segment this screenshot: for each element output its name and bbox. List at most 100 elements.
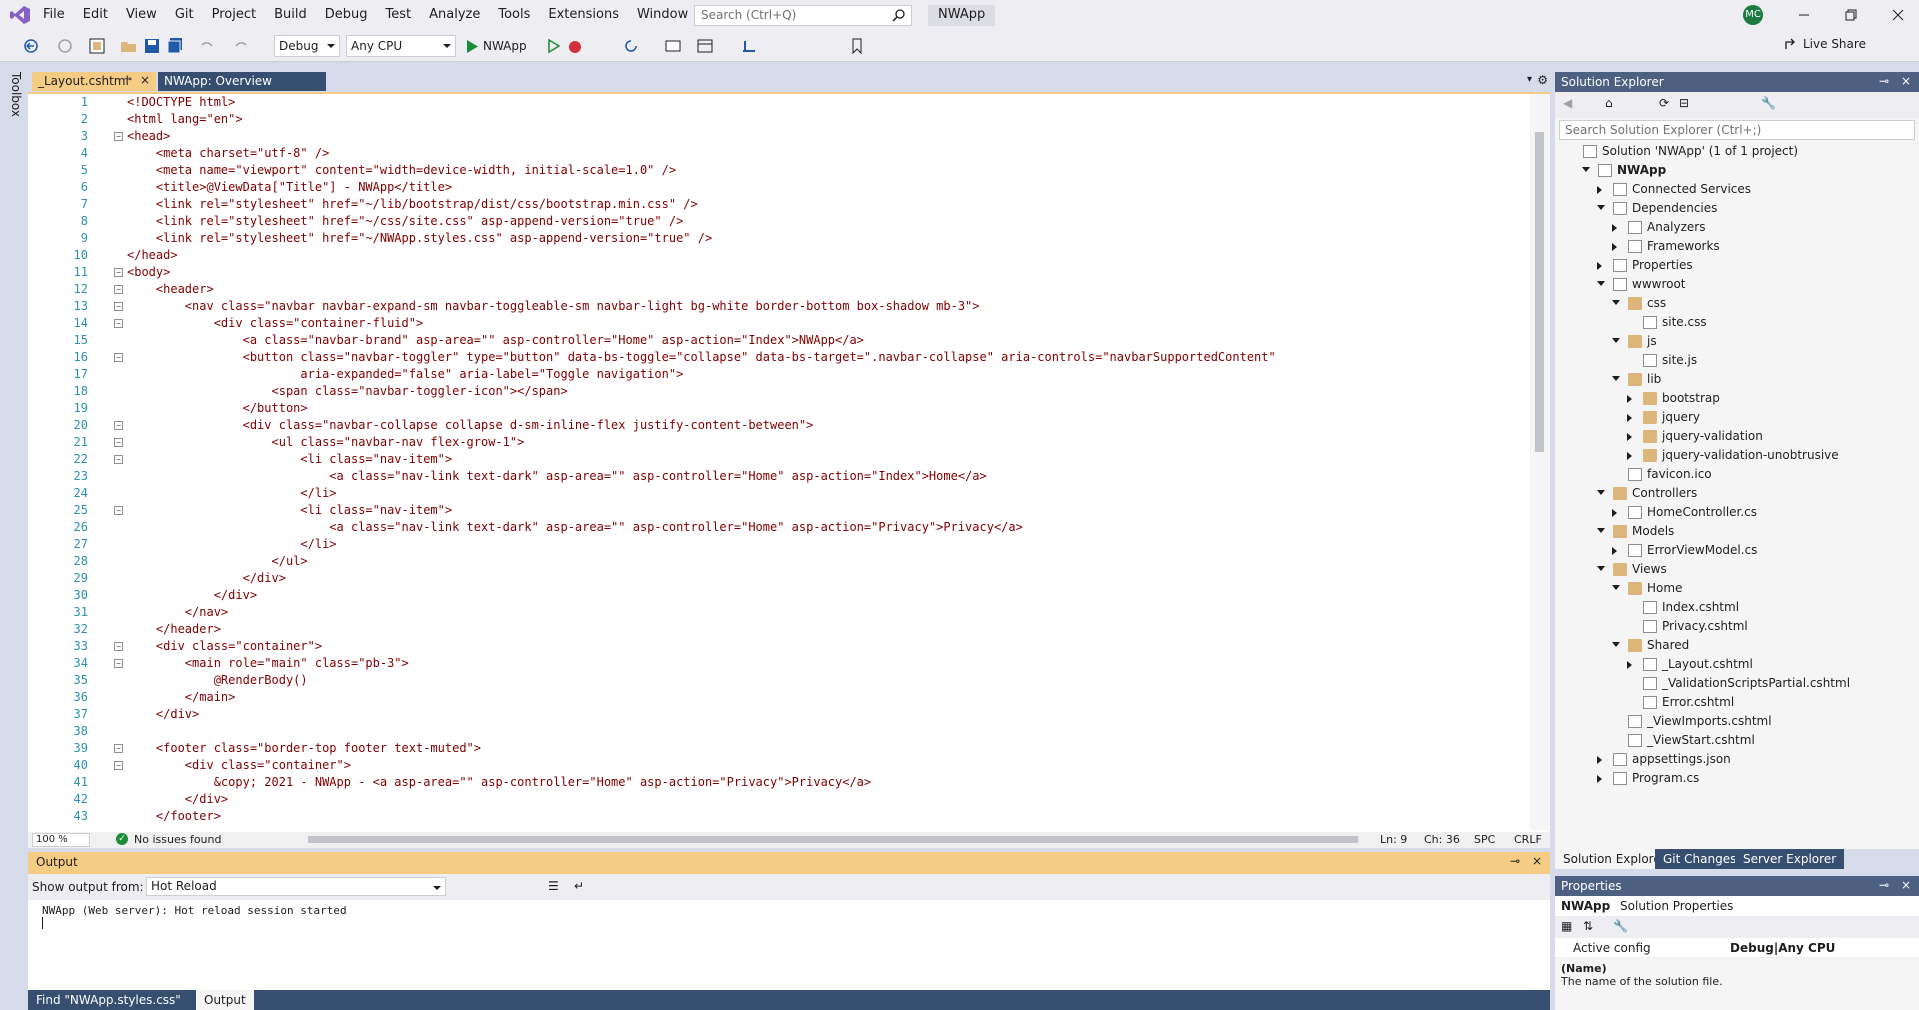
expanded-chevron-icon[interactable] [1612, 376, 1620, 381]
vertical-scrollbar[interactable] [1530, 94, 1550, 830]
collapsed-chevron-icon[interactable] [1597, 262, 1602, 270]
tree-item[interactable]: Shared [1555, 636, 1919, 655]
tree-item[interactable]: js [1555, 332, 1919, 351]
word-wrap-icon[interactable]: ↵ [574, 879, 584, 893]
tree-item[interactable]: jquery-validation [1555, 427, 1919, 446]
fold-toggle-icon[interactable]: − [114, 438, 123, 447]
back-icon[interactable] [22, 37, 40, 55]
expanded-chevron-icon[interactable] [1597, 528, 1605, 533]
minimize-icon[interactable] [1795, 6, 1813, 24]
expanded-chevron-icon[interactable] [1582, 167, 1590, 172]
hot-reload-icon[interactable] [566, 37, 584, 55]
menu-debug[interactable]: Debug [316, 0, 377, 30]
tree-item[interactable]: Home [1555, 579, 1919, 598]
tree-item[interactable]: _ViewImports.cshtml [1555, 712, 1919, 731]
tree-item[interactable]: Solution 'NWApp' (1 of 1 project) [1555, 142, 1919, 161]
expanded-chevron-icon[interactable] [1612, 338, 1620, 343]
tree-item[interactable]: HomeController.cs [1555, 503, 1919, 522]
tree-item[interactable]: Views [1555, 560, 1919, 579]
tab-server-explorer[interactable]: Server Explorer [1735, 849, 1845, 869]
save-all-icon[interactable] [166, 37, 184, 55]
tab-nwapp-overview[interactable]: NWApp: Overview [158, 72, 326, 91]
pin-icon[interactable]: ⊸ [1879, 74, 1889, 88]
collapsed-chevron-icon[interactable] [1627, 661, 1632, 669]
solution-explorer-search[interactable]: Search Solution Explorer (Ctrl+;) [1559, 120, 1915, 140]
collapsed-chevron-icon[interactable] [1612, 547, 1617, 555]
expanded-chevron-icon[interactable] [1597, 490, 1605, 495]
menu-tools[interactable]: Tools [489, 0, 539, 30]
collapsed-chevron-icon[interactable] [1627, 414, 1632, 422]
browse-icon[interactable] [664, 37, 682, 55]
fold-toggle-icon[interactable]: − [114, 761, 123, 770]
fold-toggle-icon[interactable]: − [114, 353, 123, 362]
tree-item[interactable]: Frameworks [1555, 237, 1919, 256]
pin-icon[interactable]: ⊸ [1510, 854, 1520, 868]
tree-item[interactable]: lib [1555, 370, 1919, 389]
fold-toggle-icon[interactable]: − [114, 319, 123, 328]
tree-item[interactable]: Dependencies [1555, 199, 1919, 218]
tree-item[interactable]: jquery-validation-unobtrusive [1555, 446, 1919, 465]
code-editor[interactable]: 1 <!DOCTYPE html> 2 <html lang="en"> 3− <head… [28, 92, 1550, 832]
fold-toggle-icon[interactable]: − [114, 132, 123, 141]
toolbox-strip[interactable]: Toolbox [0, 62, 28, 1010]
fold-toggle-icon[interactable]: − [114, 744, 123, 753]
search-box[interactable]: Search (Ctrl+Q) [694, 5, 912, 26]
collapse-all-icon[interactable]: ⊟ [1679, 96, 1689, 110]
tree-item[interactable]: wwwroot [1555, 275, 1919, 294]
fold-toggle-icon[interactable]: − [114, 302, 123, 311]
line-ending-indicator[interactable]: CRLF [1514, 833, 1542, 846]
menu-file[interactable]: File [34, 0, 74, 30]
menu-project[interactable]: Project [203, 0, 265, 30]
expanded-chevron-icon[interactable] [1597, 205, 1605, 210]
collapsed-chevron-icon[interactable] [1597, 756, 1602, 764]
expanded-chevron-icon[interactable] [1612, 300, 1620, 305]
save-icon[interactable] [143, 37, 161, 55]
tree-item[interactable]: Program.cs [1555, 769, 1919, 788]
layout-icon[interactable] [696, 37, 714, 55]
fold-toggle-icon[interactable]: − [114, 455, 123, 464]
properties-object-select[interactable]: NWApp Solution Properties [1555, 896, 1919, 916]
fold-toggle-icon[interactable]: − [114, 285, 123, 294]
collapsed-chevron-icon[interactable] [1612, 224, 1617, 232]
refresh-icon[interactable] [622, 37, 640, 55]
open-folder-icon[interactable] [120, 37, 138, 55]
live-share-button[interactable]: Live Share [1784, 37, 1866, 51]
menu-extensions[interactable]: Extensions [539, 0, 628, 30]
tree-item[interactable]: css [1555, 294, 1919, 313]
solution-configuration-select[interactable]: Debug [274, 35, 340, 57]
close-panel-icon[interactable]: × [1532, 854, 1542, 868]
collapsed-chevron-icon[interactable] [1612, 243, 1617, 251]
menu-build[interactable]: Build [265, 0, 316, 30]
line-indicator[interactable]: Ln: 9 [1380, 833, 1407, 846]
fold-toggle-icon[interactable]: − [114, 659, 123, 668]
undo-icon[interactable] [198, 37, 216, 55]
collapsed-chevron-icon[interactable] [1612, 509, 1617, 517]
expanded-chevron-icon[interactable] [1597, 566, 1605, 571]
tab-list-chevron-icon[interactable]: ▾ [1527, 74, 1532, 85]
tree-item[interactable]: Error.cshtml [1555, 693, 1919, 712]
properties-icon[interactable]: 🔧 [1761, 96, 1776, 110]
tab-layout-cshtml[interactable]: _Layout.cshtml ⊸ × [32, 72, 156, 91]
tree-item[interactable]: _ValidationScriptsPartial.cshtml [1555, 674, 1919, 693]
fold-toggle-icon[interactable]: − [114, 642, 123, 651]
clear-all-icon[interactable]: ☰ [548, 879, 559, 893]
close-tab-icon[interactable]: × [140, 73, 150, 87]
menu-edit[interactable]: Edit [74, 0, 117, 30]
collapsed-chevron-icon[interactable] [1627, 433, 1632, 441]
column-indicator[interactable]: Ch: 36 [1424, 833, 1460, 846]
zoom-select[interactable]: 100 % [32, 833, 90, 847]
menu-view[interactable]: View [117, 0, 166, 30]
close-window-icon[interactable] [1889, 6, 1907, 24]
menu-window[interactable]: Window [628, 0, 697, 30]
whitespace-indicator[interactable]: SPC [1474, 833, 1495, 846]
tree-item[interactable]: site.js [1555, 351, 1919, 370]
tree-item[interactable]: Models [1555, 522, 1919, 541]
collapsed-chevron-icon[interactable] [1627, 395, 1632, 403]
close-panel-icon[interactable]: × [1901, 878, 1911, 892]
tab-find-results[interactable]: Find "NWApp.styles.css" [28, 990, 189, 1010]
tab-git-changes[interactable]: Git Changes [1655, 849, 1745, 869]
start-without-debugging-icon[interactable] [544, 37, 562, 55]
scrollbar-thumb[interactable] [1535, 132, 1544, 452]
editor-settings-gear-icon[interactable]: ⚙ [1537, 73, 1548, 87]
collapsed-chevron-icon[interactable] [1627, 452, 1632, 460]
